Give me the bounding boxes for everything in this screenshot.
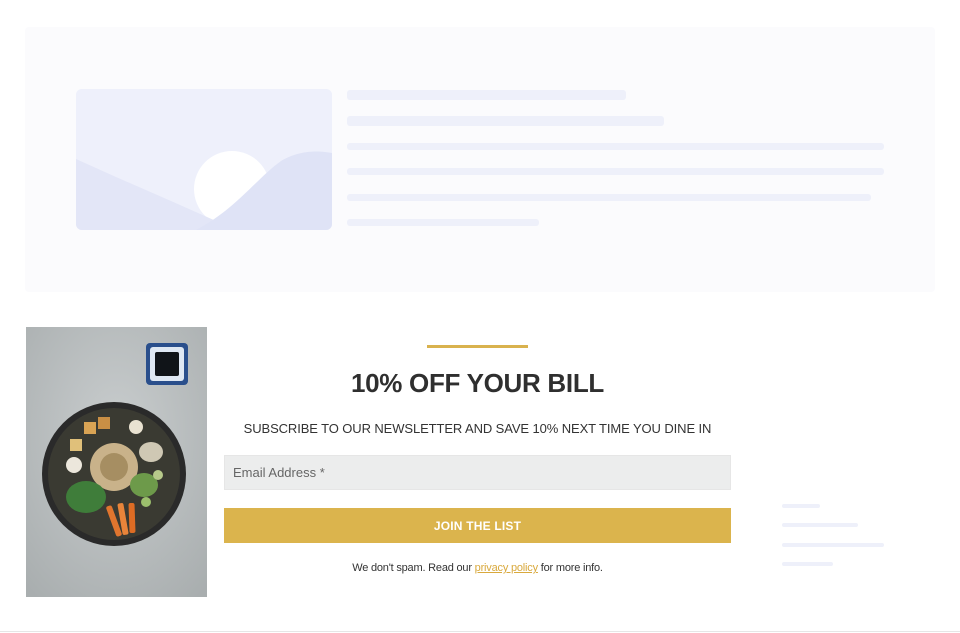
email-field[interactable] — [224, 455, 731, 490]
skeleton-text-line — [347, 143, 884, 150]
spam-note-suffix: for more info. — [537, 562, 603, 574]
spam-note-prefix: We don't spam. Read our — [352, 562, 475, 574]
loading-skeleton-card — [25, 27, 935, 292]
promo-food-image — [26, 327, 207, 597]
accent-divider — [427, 345, 528, 348]
privacy-policy-link[interactable]: privacy policy — [475, 562, 538, 574]
offer-headline: 10% OFF YOUR BILL — [350, 368, 604, 398]
section-divider — [0, 631, 960, 632]
skeleton-title-line — [347, 90, 626, 100]
join-list-button[interactable]: JOIN THE LIST — [224, 508, 731, 543]
skeleton-text-line — [347, 219, 539, 226]
skeleton-text-line — [782, 523, 858, 527]
skeleton-text-line — [347, 194, 871, 201]
skeleton-text-line — [782, 504, 820, 508]
image-placeholder-icon — [76, 89, 332, 230]
skeleton-text-line — [347, 168, 884, 175]
spam-note: We don't spam. Read our privacy policy f… — [224, 560, 731, 576]
newsletter-subtitle: SUBSCRIBE TO OUR NEWSLETTER AND SAVE 10%… — [243, 421, 712, 436]
skeleton-text-line — [782, 562, 833, 566]
skeleton-text-line — [782, 543, 884, 547]
skeleton-title-line — [347, 116, 664, 126]
